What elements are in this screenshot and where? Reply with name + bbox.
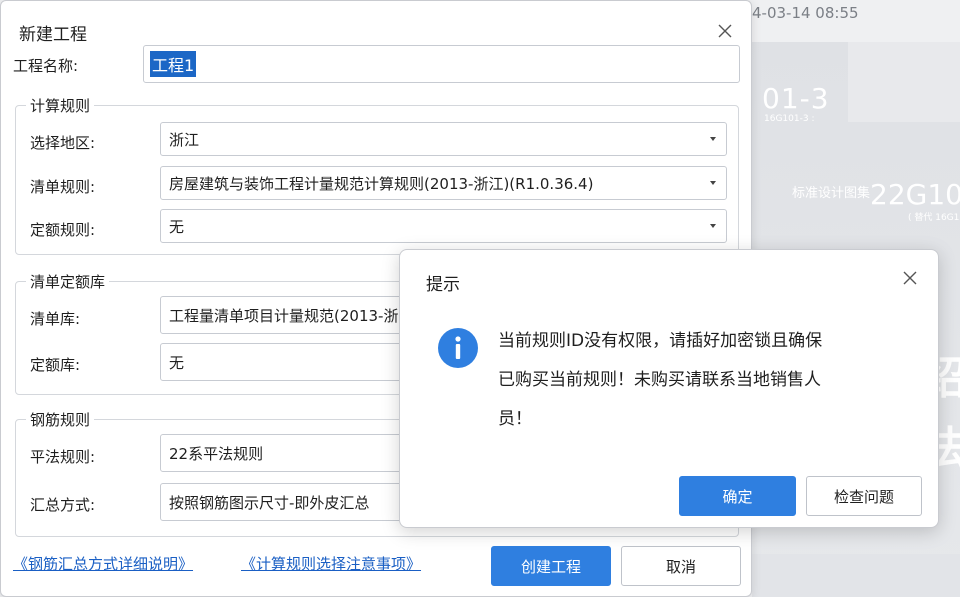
list-rule-select[interactable]: 房屋建筑与装饰工程计量规范计算规则(2013-浙江)(R1.0.36.4) (160, 166, 727, 200)
list-library-label: 清单库: (30, 310, 81, 328)
background-timestamp: 4-03-14 08:55 (752, 4, 859, 22)
check-issue-button[interactable]: 检查问题 (806, 476, 922, 516)
calc-rules-group: 计算规则 选择地区: 浙江 清单规则: 房屋建筑与装饰工程计量规范计算规则(20… (15, 95, 739, 255)
alert-message-line: 当前规则ID没有权限，请插好加密锁且确保 (498, 331, 823, 351)
region-select[interactable]: 浙江 (160, 122, 727, 156)
background-card-caption: 标准设计图集 (792, 186, 871, 201)
summary-mode-label: 汇总方式: (30, 496, 96, 514)
summary-mode-value: 按照钢筋图示尺寸-即外皮汇总 (169, 493, 370, 512)
background-card-title: 01-3 (762, 82, 830, 115)
close-icon[interactable] (900, 268, 920, 288)
quota-library-value: 无 (169, 353, 185, 372)
quota-rule-select[interactable]: 无 (160, 209, 727, 243)
flat-rule-label: 平法规则: (30, 448, 96, 466)
list-rule-value: 房屋建筑与装饰工程计量规范计算规则(2013-浙江)(R1.0.36.4) (169, 174, 594, 193)
alert-message-line: 已购买当前规则！未购买请联系当地销售人 (498, 370, 821, 390)
chevron-down-icon (710, 181, 716, 185)
project-name-label: 工程名称: (13, 57, 79, 75)
alert-title: 提示 (426, 275, 460, 295)
calc-rules-legend: 计算规则 (26, 95, 95, 116)
list-rule-label: 清单规则: (30, 178, 96, 196)
background-card-code-sub: ( 替代 16G1 (908, 213, 960, 223)
alert-message-line: 员！ (498, 409, 532, 429)
quota-library-label: 定额库: (30, 356, 81, 374)
region-label: 选择地区: (30, 134, 96, 152)
background-card-stripe (752, 554, 960, 597)
rebar-legend: 钢筋规则 (26, 409, 95, 430)
project-name-input[interactable]: 工程1 (143, 45, 740, 83)
quota-rule-value: 无 (169, 217, 185, 236)
create-project-button[interactable]: 创建工程 (491, 546, 611, 586)
quota-rule-label: 定额规则: (30, 221, 96, 239)
project-name-value: 工程1 (150, 51, 197, 77)
info-icon (438, 328, 478, 368)
list-library-value: 工程量清单项目计量规范(2013-浙江) (169, 306, 420, 325)
permission-alert-dialog: 提示 当前规则ID没有权限，请插好加密锁且确保 已购买当前规则！未购买请联系当地… (399, 249, 939, 528)
chevron-down-icon (710, 224, 716, 228)
alert-message: 当前规则ID没有权限，请插好加密锁且确保 已购买当前规则！未购买请联系当地销售人… (498, 322, 918, 439)
background-card-subtitle: 16G101-3 : (764, 114, 815, 124)
rebar-summary-help-link[interactable]: 《钢筋汇总方式详细说明》 (13, 553, 193, 574)
ok-button[interactable]: 确定 (679, 476, 796, 516)
dialog-title: 新建工程 (19, 25, 87, 45)
flat-rule-value: 22系平法规则 (169, 444, 264, 463)
close-icon[interactable] (715, 21, 735, 41)
background-card-panel (848, 42, 960, 122)
cancel-button[interactable]: 取消 (621, 546, 741, 586)
background-card-code: 22G10 (870, 178, 960, 211)
region-value: 浙江 (169, 130, 200, 149)
library-legend: 清单定额库 (26, 271, 110, 292)
chevron-down-icon (710, 137, 716, 141)
calc-rule-notes-link[interactable]: 《计算规则选择注意事项》 (241, 553, 421, 574)
